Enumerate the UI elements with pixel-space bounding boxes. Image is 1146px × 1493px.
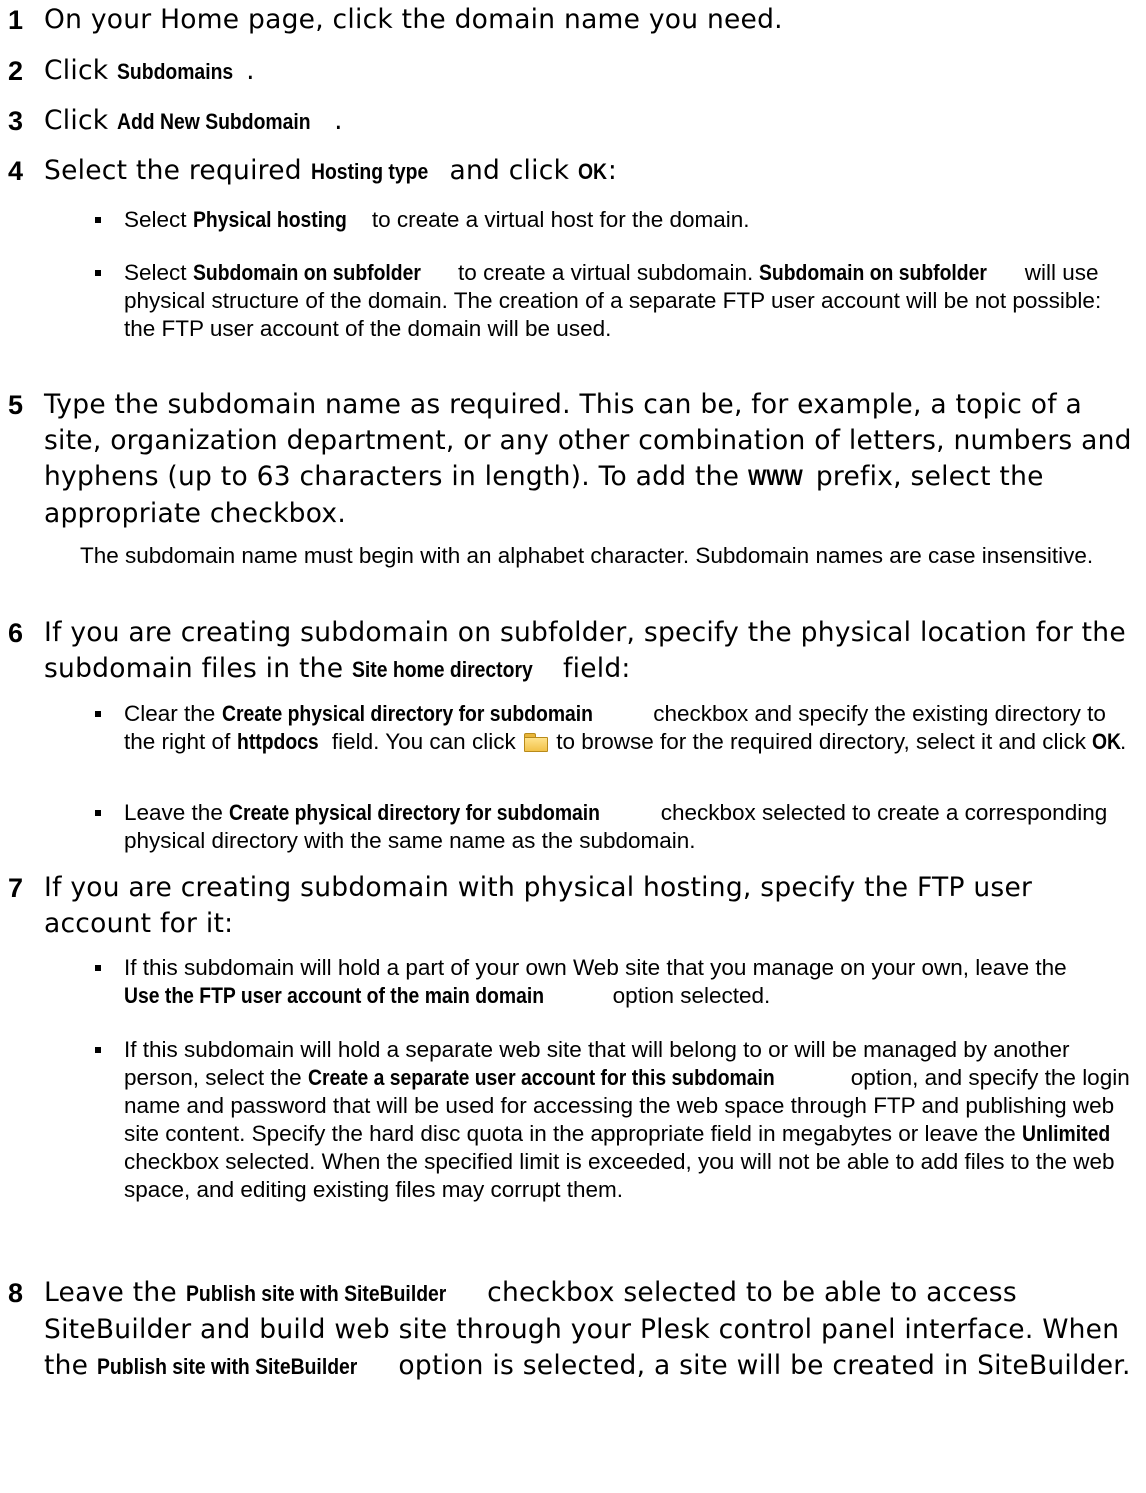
bullet-marker xyxy=(95,1047,101,1053)
ui-term: Site home directory xyxy=(351,657,533,682)
ui-term: Publish site with SiteBuilder xyxy=(96,1354,358,1379)
bullet-marker xyxy=(95,217,101,223)
note-paragraph: The subdomain name must begin with an al… xyxy=(80,543,1094,568)
step-number: 7 xyxy=(8,873,24,903)
step-text: Click Subdomains. xyxy=(44,53,1140,90)
step-number: 5 xyxy=(8,390,24,420)
step-number: 6 xyxy=(8,618,24,648)
step-text: Type the subdomain name as required. Thi… xyxy=(44,389,1132,529)
bullet-marker xyxy=(95,711,101,717)
folder-icon xyxy=(523,733,548,752)
bullet-marker xyxy=(95,810,101,816)
bullet-marker xyxy=(95,965,101,971)
step-number: 2 xyxy=(8,56,24,86)
ui-term: Add New Subdomain xyxy=(117,109,311,134)
ui-term: WWW xyxy=(747,465,803,490)
step-number: 8 xyxy=(8,1278,24,1308)
step-number: 3 xyxy=(8,106,24,136)
step-number: 1 xyxy=(8,5,24,35)
step-number: 4 xyxy=(8,156,24,186)
ui-term: OK xyxy=(577,159,607,184)
ui-term: Publish site with SiteBuilder xyxy=(185,1281,447,1306)
step-text: Leave the Publish site with SiteBuilder … xyxy=(44,1275,1140,1385)
step-text: On your Home page, click the domain name… xyxy=(44,4,783,35)
ui-term: Subdomains xyxy=(117,59,234,84)
bullet-marker xyxy=(95,270,101,276)
step-text: If you are creating subdomain on subfold… xyxy=(44,615,1140,688)
step-text: Select the required Hosting type and cli… xyxy=(44,153,1140,190)
step-text: Click Add New Subdomain. xyxy=(44,103,1140,140)
ui-term: Hosting type xyxy=(310,159,428,184)
step-text: If you are creating subdomain with physi… xyxy=(44,872,1033,939)
